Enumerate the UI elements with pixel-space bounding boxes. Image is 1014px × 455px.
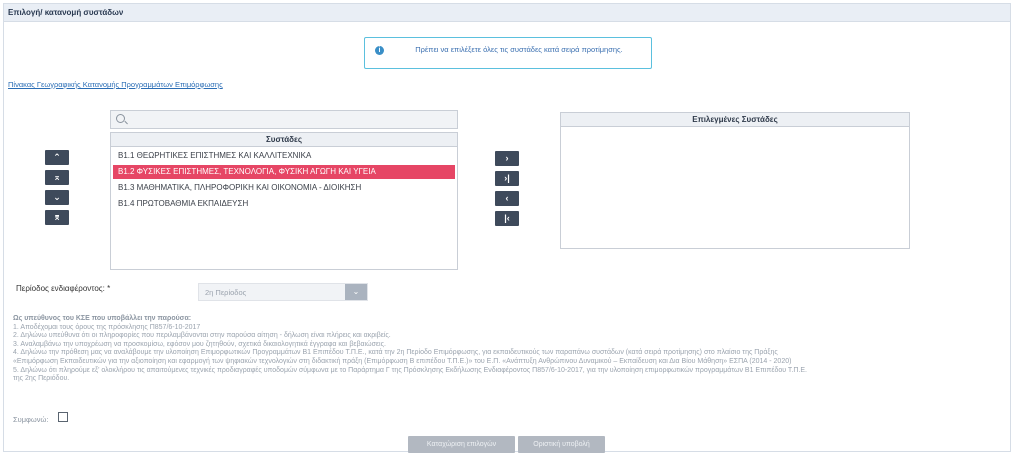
move-bottom-button[interactable]: ⌆ [45,210,69,225]
declaration-line: 1. Αποδέχομαι τους όρους της πρόσκλησης … [13,323,201,331]
list-item[interactable]: Β1.3 ΜΑΘΗΜΑΤΙΚΑ, ΠΛΗΡΟΦΟΡΙΚΗ ΚΑΙ ΟΙΚΟΝΟΜ… [113,181,455,195]
cluster-selection-panel: Επιλογή/ κατανομή συστάδων i Πρέπει να ε… [3,3,1013,453]
move-down-button[interactable]: ⌄ [45,190,69,205]
agree-label: Συμφωνώ: [13,415,49,424]
chevron-down-icon: ⌄ [53,192,61,202]
save-selections-button[interactable]: Καταχώριση επιλογών [408,436,515,453]
period-label: Περίοδος ενδιαφέροντος: * [16,284,111,293]
agree-checkbox[interactable] [58,412,68,422]
declaration-line: «Επιμόρφωση Εκπαιδευτικών για την αξιοπο… [13,357,792,365]
declaration-line: της 2ης Περιόδου. [13,375,70,383]
declaration-line: 2. Δηλώνω υπεύθυνα ότι οι πληροφορίες πο… [13,332,391,340]
final-submit-button[interactable]: Οριστική υποβολή [518,436,605,453]
add-all-button[interactable]: ›| [495,171,519,186]
chevron-right-icon: › [505,153,509,163]
remove-all-button[interactable]: |‹ [495,211,519,226]
chevron-right-bar-icon: ›| [504,173,510,183]
selected-clusters-title: Επιλεγμένες Συστάδες [561,113,909,127]
selected-clusters-list[interactable]: Επιλεγμένες Συστάδες [560,112,910,249]
info-icon: i [375,46,384,55]
period-value: 2η Περίοδος [205,288,247,297]
search-input[interactable] [110,110,458,129]
geo-distribution-link[interactable]: Πίνακας Γεωγραφικής Κατανομής Προγραμμάτ… [8,80,223,89]
double-chevron-up-icon: ⌅ [53,172,61,182]
declaration-line: 4. Δηλώνω την πρόθεση μας να αναλάβουμε … [13,349,778,357]
period-select[interactable]: 2η Περίοδος ⌄ [198,283,368,301]
move-up-button[interactable]: ⌃ [45,150,69,165]
available-clusters-list[interactable]: Συστάδες Β1.1 ΘΕΩΡΗΤΙΚΕΣ ΕΠΙΣΤΗΜΕΣ ΚΑΙ Κ… [110,132,458,270]
list-item-selected[interactable]: Β1.2 ΦΥΣΙΚΕΣ ΕΠΙΣΤΗΜΕΣ, ΤΕΧΝΟΛΟΓΙΑ, ΦΥΣΙ… [113,165,455,179]
info-alert: i Πρέπει να επιλέξετε όλες τις συστάδες … [364,37,652,69]
chevron-down-icon[interactable]: ⌄ [345,284,367,300]
declaration-line: 5. Δηλώνω ότι πληρούμε εξ' ολοκλήρου τις… [13,366,807,374]
list-item[interactable]: Β1.4 ΠΡΩΤΟΒΑΘΜΙΑ ΕΚΠΑΙΔΕΥΣΗ [113,197,455,211]
declaration-title: Ως υπεύθυνος του ΚΣΕ που υποβάλλει την π… [13,315,192,322]
add-selected-button[interactable]: › [495,151,519,166]
chevron-left-bar-icon: |‹ [504,213,510,223]
chevron-left-icon: ‹ [505,193,509,203]
double-chevron-down-icon: ⌆ [53,212,61,222]
search-icon [116,114,125,123]
info-message: Πρέπει να επιλέξετε όλες τις συστάδες κα… [415,45,623,54]
remove-selected-button[interactable]: ‹ [495,191,519,206]
panel-title: Επιλογή/ κατανομή συστάδων [4,4,1010,22]
declaration-text: Ως υπεύθυνος του ΚΣΕ που υποβάλλει την π… [13,315,1013,384]
chevron-up-icon: ⌃ [53,152,61,162]
list-item[interactable]: Β1.1 ΘΕΩΡΗΤΙΚΕΣ ΕΠΙΣΤΗΜΕΣ ΚΑΙ ΚΑΛΛΙΤΕΧΝΙ… [113,149,455,163]
available-clusters-title: Συστάδες [111,133,457,147]
move-top-button[interactable]: ⌅ [45,170,69,185]
